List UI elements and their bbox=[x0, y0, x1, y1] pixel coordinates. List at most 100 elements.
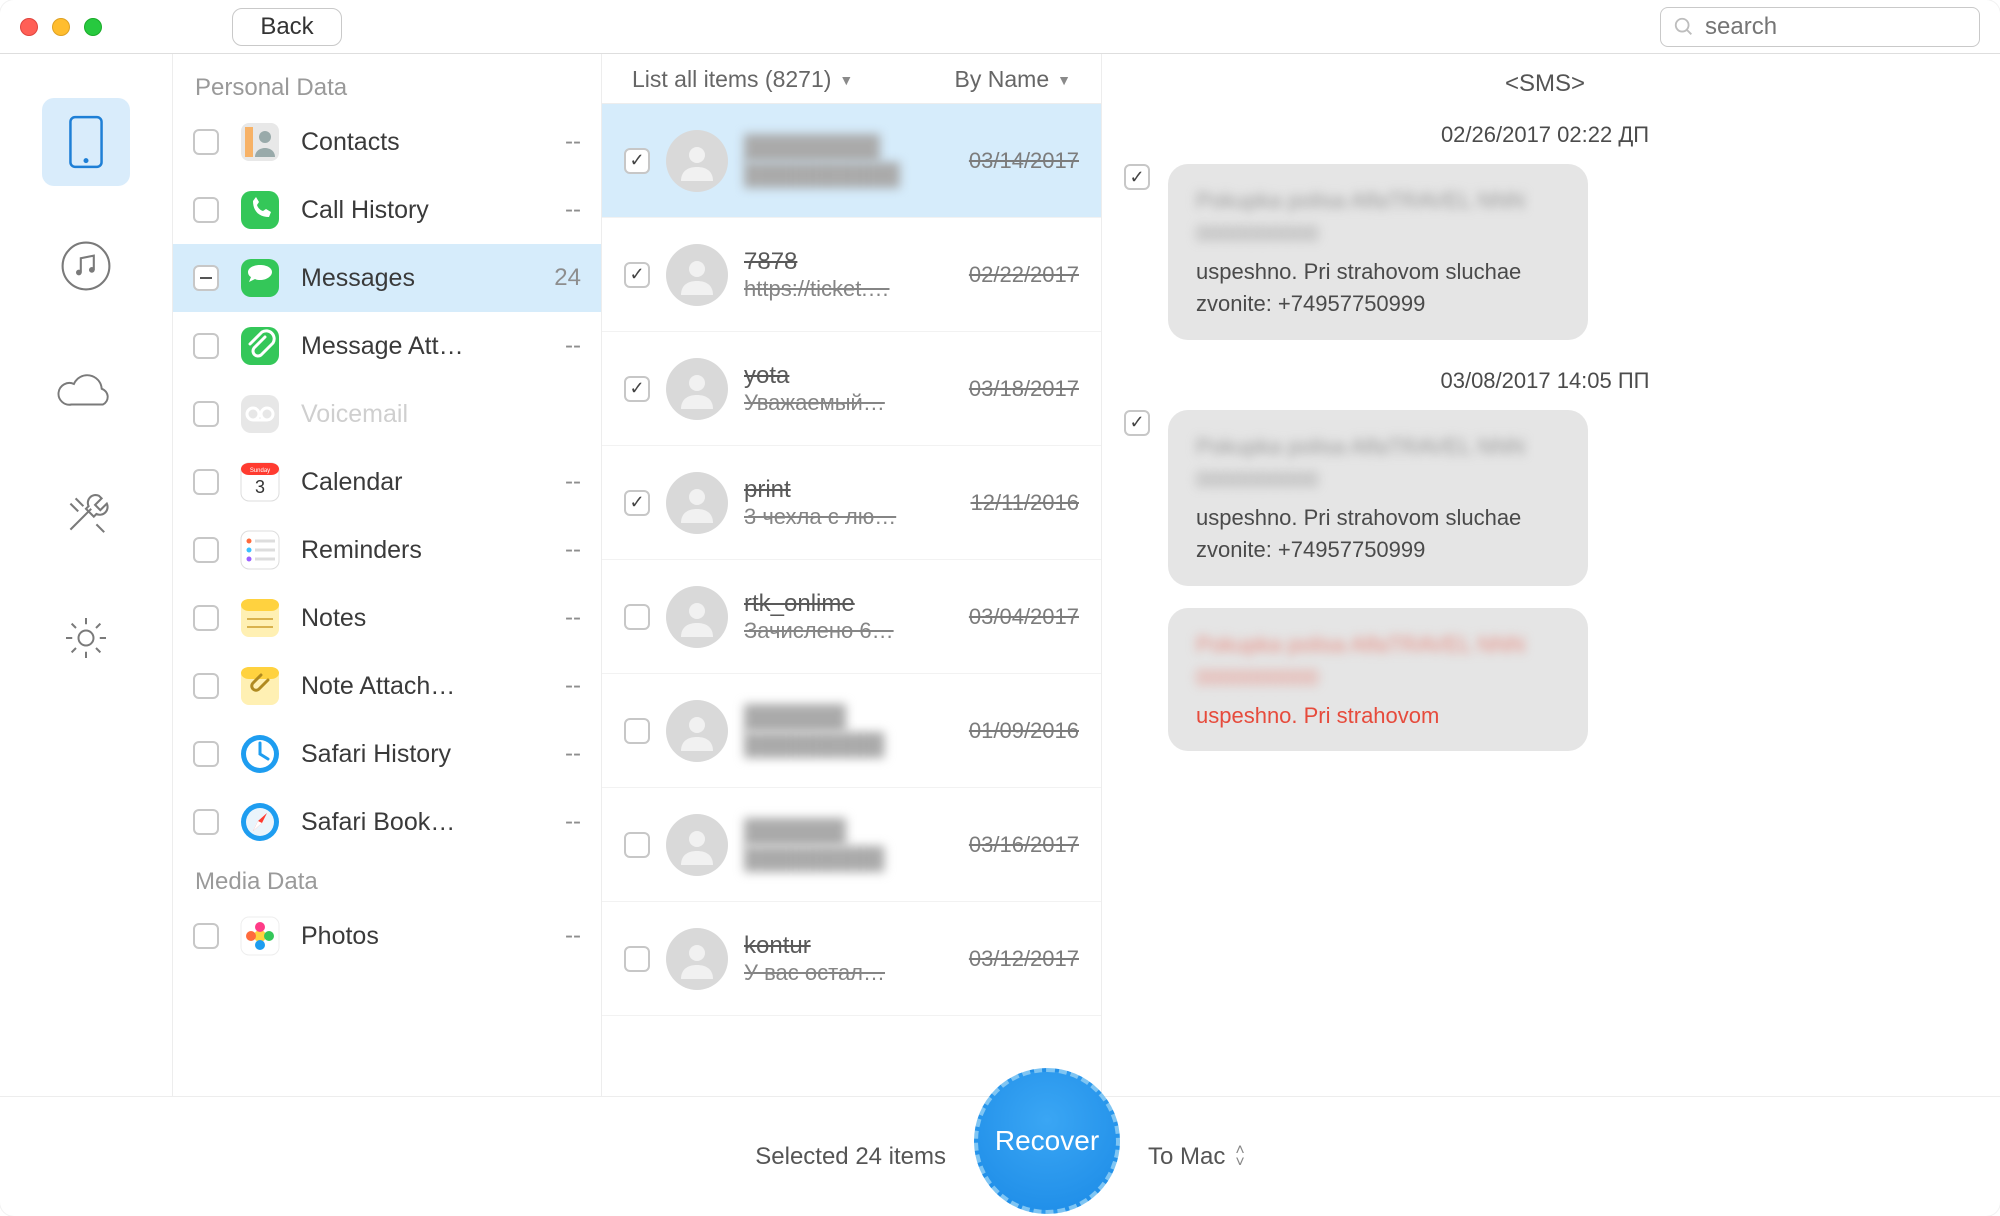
category-row-messages[interactable]: Messages24 bbox=[173, 244, 601, 312]
messages-icon bbox=[237, 255, 283, 301]
sort-label: By Name bbox=[955, 66, 1050, 93]
section-header-personal: Personal Data bbox=[173, 62, 601, 108]
checkbox[interactable] bbox=[193, 741, 219, 767]
svg-text:Sunday: Sunday bbox=[250, 468, 270, 474]
message-bubble: Pokupka polisa AlfaTRAVEL NNN 0000000000… bbox=[1168, 164, 1588, 340]
category-count: -- bbox=[535, 672, 581, 700]
category-label: Calendar bbox=[301, 468, 517, 497]
voicemail-icon bbox=[237, 391, 283, 437]
nav-music-icon[interactable] bbox=[42, 222, 130, 310]
reminders-icon bbox=[237, 527, 283, 573]
category-row-reminders[interactable]: Reminders-- bbox=[173, 516, 601, 584]
thread-preview: █████████ bbox=[744, 732, 953, 758]
category-row-safaribook[interactable]: Safari Book…-- bbox=[173, 788, 601, 856]
nav-device-icon[interactable] bbox=[42, 98, 130, 186]
thread-name: ██████ bbox=[744, 704, 953, 732]
category-label: Call History bbox=[301, 196, 517, 225]
category-label: Safari History bbox=[301, 740, 517, 769]
thread-row[interactable]: konturУ вас остал…03/12/2017 bbox=[602, 902, 1101, 1016]
thread-row[interactable]: ✓██████████████████03/14/2017 bbox=[602, 104, 1101, 218]
nav-tools-icon[interactable] bbox=[42, 470, 130, 558]
search-input[interactable] bbox=[1705, 13, 2000, 41]
footer-bar: Selected 24 items Recover To Mac ˄˅ bbox=[0, 1096, 2000, 1216]
thread-date: 03/14/2017 bbox=[969, 148, 1079, 174]
destination-dropdown[interactable]: To Mac ˄˅ bbox=[1148, 1143, 1245, 1171]
category-label: Contacts bbox=[301, 128, 517, 157]
checkbox[interactable] bbox=[624, 718, 650, 744]
filter-dropdown[interactable]: List all items (8271) ▼ bbox=[632, 66, 853, 93]
minimize-window-icon[interactable] bbox=[52, 18, 70, 36]
fullscreen-window-icon[interactable] bbox=[84, 18, 102, 36]
recover-button[interactable]: Recover bbox=[974, 1068, 1120, 1214]
category-label: Note Attach… bbox=[301, 672, 517, 701]
category-count: 24 bbox=[535, 264, 581, 292]
search-icon bbox=[1673, 16, 1695, 38]
category-row-callhistory[interactable]: Call History-- bbox=[173, 176, 601, 244]
checkbox[interactable] bbox=[193, 469, 219, 495]
thread-row[interactable]: ███████████████03/16/2017 bbox=[602, 788, 1101, 902]
thread-row[interactable]: ✓7878https://ticket.…02/22/2017 bbox=[602, 218, 1101, 332]
checkbox[interactable]: ✓ bbox=[624, 490, 650, 516]
category-row-contacts[interactable]: Contacts-- bbox=[173, 108, 601, 176]
category-row-calendar[interactable]: 3SundayCalendar-- bbox=[173, 448, 601, 516]
avatar-icon bbox=[666, 586, 728, 648]
chevron-down-icon: ▼ bbox=[839, 72, 853, 88]
thread-preview: Уважаемый… bbox=[744, 390, 953, 416]
category-row-notesattach[interactable]: Note Attach… -- bbox=[173, 652, 601, 720]
checkbox[interactable] bbox=[193, 537, 219, 563]
checkbox[interactable]: ✓ bbox=[624, 376, 650, 402]
category-row-notes[interactable]: Notes-- bbox=[173, 584, 601, 652]
avatar-icon bbox=[666, 244, 728, 306]
checkbox[interactable] bbox=[193, 605, 219, 631]
nav-cloud-icon[interactable] bbox=[42, 346, 130, 434]
thread-name: print bbox=[744, 476, 955, 504]
message-timestamp: 03/08/2017 14:05 ПП bbox=[1124, 362, 1966, 410]
checkbox[interactable]: ✓ bbox=[624, 148, 650, 174]
avatar-icon bbox=[666, 928, 728, 990]
sort-dropdown[interactable]: By Name ▼ bbox=[955, 66, 1071, 93]
contacts-icon bbox=[237, 119, 283, 165]
message-row: ✓ Pokupka polisa AlfaTRAVEL NNN 000000000… bbox=[1124, 164, 1966, 340]
thread-date: 03/16/2017 bbox=[969, 832, 1079, 858]
titlebar: Back bbox=[0, 0, 2000, 54]
checkbox[interactable] bbox=[193, 333, 219, 359]
category-row-attach[interactable]: Message Att…-- bbox=[173, 312, 601, 380]
checkbox[interactable] bbox=[624, 832, 650, 858]
checkbox[interactable] bbox=[193, 809, 219, 835]
calendar-icon: 3Sunday bbox=[237, 459, 283, 505]
close-window-icon[interactable] bbox=[20, 18, 38, 36]
checkbox[interactable] bbox=[193, 265, 219, 291]
thread-row[interactable]: ███████████████ 01/09/2016 bbox=[602, 674, 1101, 788]
nav-settings-icon[interactable] bbox=[42, 594, 130, 682]
checkbox[interactable] bbox=[193, 923, 219, 949]
checkbox[interactable]: ✓ bbox=[624, 262, 650, 288]
checkbox[interactable] bbox=[624, 946, 650, 972]
checkbox[interactable] bbox=[193, 197, 219, 223]
category-row-safarihist[interactable]: Safari History-- bbox=[173, 720, 601, 788]
checkbox[interactable] bbox=[193, 129, 219, 155]
callhistory-icon bbox=[237, 187, 283, 233]
checkbox[interactable] bbox=[193, 673, 219, 699]
message-detail-panel: <SMS> 02/26/2017 02:22 ДП✓Pokupka polisa… bbox=[1102, 54, 2000, 1096]
category-row-voicemail[interactable]: Voicemail bbox=[173, 380, 601, 448]
checkbox[interactable] bbox=[624, 604, 650, 630]
thread-row[interactable]: ✓yotaУважаемый…03/18/2017 bbox=[602, 332, 1101, 446]
thread-row[interactable]: ✓print3 чехла с лю…12/11/2016 bbox=[602, 446, 1101, 560]
message-timestamp: 02/26/2017 02:22 ДП bbox=[1124, 116, 1966, 164]
avatar-icon bbox=[666, 130, 728, 192]
checkbox[interactable]: ✓ bbox=[1124, 164, 1150, 190]
thread-row[interactable]: rtk_onlimeЗачислено 6…03/04/2017 bbox=[602, 560, 1101, 674]
thread-date: 12/11/2016 bbox=[971, 490, 1079, 516]
thread-date: 01/09/2016 bbox=[969, 718, 1079, 744]
category-list: Personal Data Contacts--Call History--Me… bbox=[172, 54, 602, 1096]
back-button[interactable]: Back bbox=[232, 8, 342, 46]
checkbox[interactable] bbox=[193, 401, 219, 427]
photos-icon bbox=[237, 913, 283, 959]
thread-name: ██████ bbox=[744, 818, 953, 846]
search-field[interactable] bbox=[1660, 7, 1980, 47]
notesattach-icon bbox=[237, 663, 283, 709]
thread-name: 7878 bbox=[744, 248, 953, 276]
category-row-photos[interactable]: Photos-- bbox=[173, 902, 601, 970]
checkbox[interactable]: ✓ bbox=[1124, 410, 1150, 436]
thread-name: yota bbox=[744, 362, 953, 390]
